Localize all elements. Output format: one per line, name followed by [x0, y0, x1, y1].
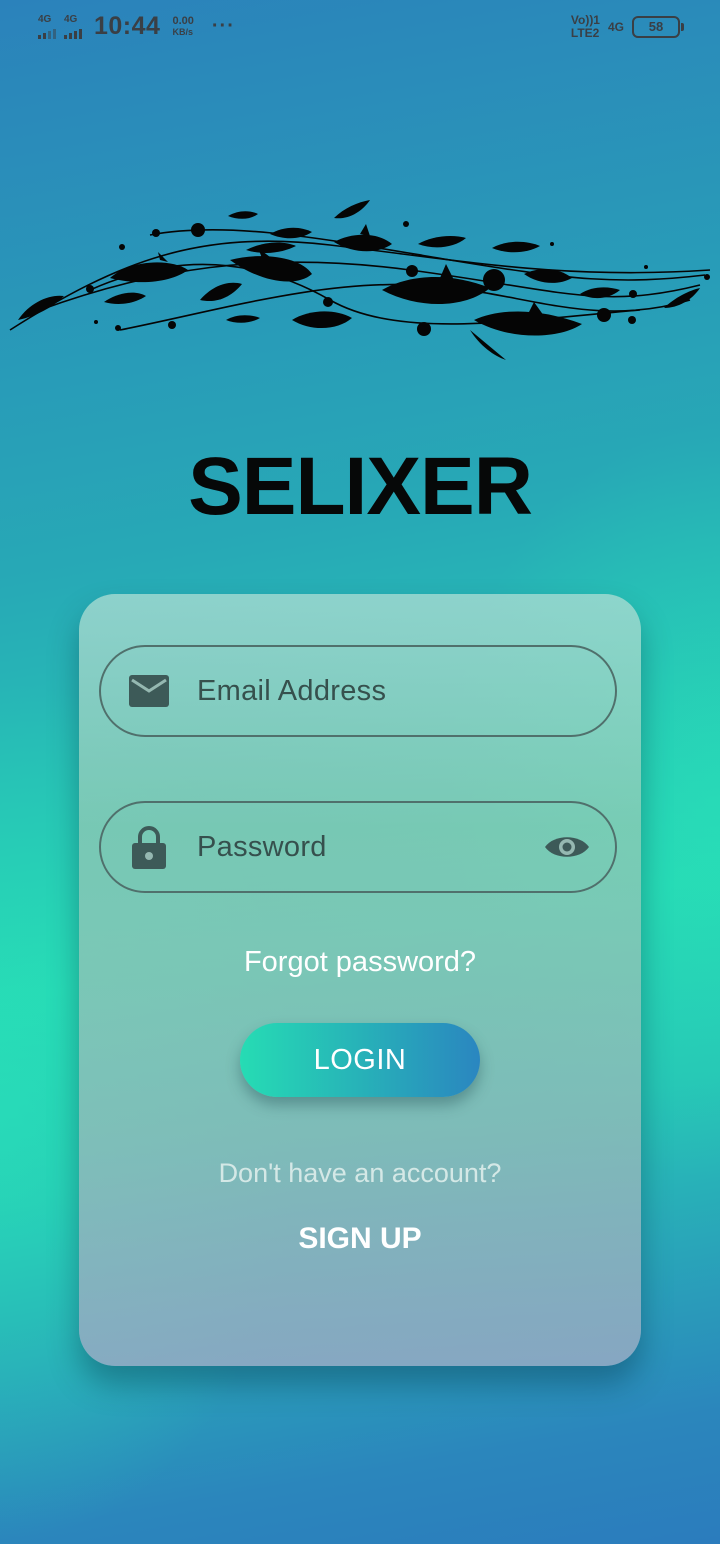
- login-button[interactable]: LOGIN: [240, 1023, 480, 1097]
- network-speed: 0.00 KB/s: [172, 14, 194, 38]
- network-type-icon: 4G: [607, 19, 624, 34]
- email-field[interactable]: Email Address: [99, 645, 617, 737]
- envelope-icon: [127, 669, 171, 713]
- signup-link[interactable]: SIGN UP: [79, 1222, 641, 1256]
- status-time: 10:44: [94, 12, 161, 40]
- sim2-signal-icon: 4G: [64, 13, 82, 39]
- app-title: SELIXER: [188, 441, 533, 532]
- volte-line-2: LTE2: [570, 26, 600, 40]
- network-speed-value: 0.00: [172, 14, 194, 27]
- password-field[interactable]: Password: [99, 801, 617, 893]
- sim1-network-label: 4G: [38, 13, 52, 25]
- fish-school-illustration: [9, 200, 711, 360]
- status-left: 4G 4G 10:44 0.00 KB/s ···: [38, 12, 235, 41]
- forgot-password-link[interactable]: Forgot password?: [79, 946, 641, 979]
- status-bar: 4G 4G 10:44 0.00 KB/s ··· Vo))1 LTE2 4G …: [0, 0, 720, 56]
- status-right: Vo))1 LTE2 4G 58: [571, 14, 684, 40]
- network-speed-unit: KB/s: [172, 26, 193, 37]
- no-account-text: Don't have an account?: [218, 1158, 502, 1188]
- password-placeholder: Password: [197, 830, 327, 863]
- login-card: Email Address Password Forgot password? …: [79, 594, 641, 1366]
- battery-level: 58: [648, 19, 664, 34]
- volte-indicator: Vo))1 LTE2: [571, 14, 600, 40]
- battery-icon: 58: [632, 16, 684, 38]
- sim2-network-label: 4G: [64, 13, 78, 25]
- eye-icon[interactable]: [543, 825, 591, 869]
- lock-icon: [127, 825, 171, 869]
- more-notifications-icon: ···: [211, 15, 235, 37]
- email-placeholder: Email Address: [197, 674, 387, 707]
- sim1-signal-icon: 4G: [38, 13, 56, 39]
